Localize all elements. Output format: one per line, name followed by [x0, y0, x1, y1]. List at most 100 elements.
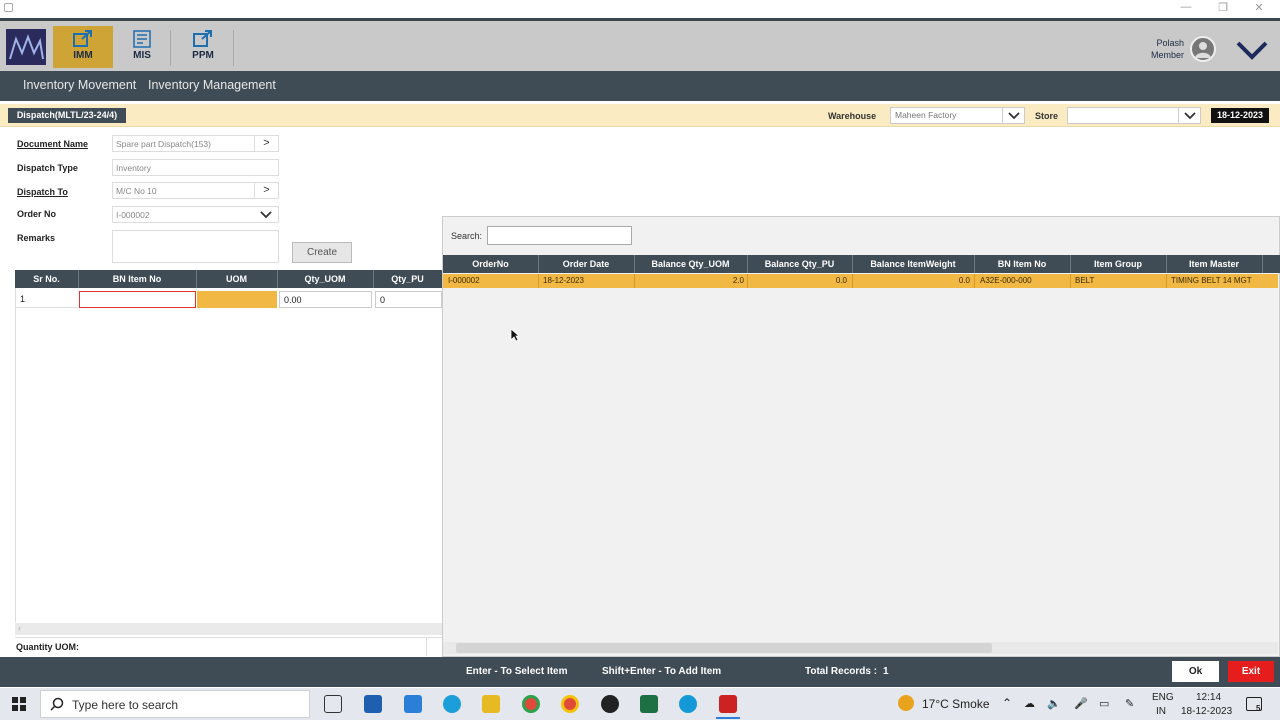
company-logo: [6, 29, 46, 65]
weather-text[interactable]: 17°C Smoke: [922, 697, 990, 711]
uom-cell[interactable]: [197, 291, 277, 308]
store-app-icon[interactable]: [364, 695, 382, 713]
ok-button[interactable]: Ok: [1172, 661, 1219, 682]
search-input[interactable]: [487, 226, 632, 245]
col-item-master[interactable]: Item Master: [1166, 259, 1262, 269]
close-icon[interactable]: ✕: [1249, 1, 1269, 14]
col-balance-qty-uom[interactable]: Balance Qty_UOM: [634, 259, 747, 269]
tray-expand-icon[interactable]: ⌃: [1002, 696, 1012, 710]
cell-balance-item-weight: 0.0: [958, 276, 970, 285]
module-ppm-button[interactable]: PPM: [180, 26, 226, 68]
task-view-icon[interactable]: [324, 695, 342, 713]
order-no-select[interactable]: I-000002: [112, 206, 279, 223]
menu-inventory-movement[interactable]: Inventory Movement: [23, 78, 136, 92]
cell-bn-item-no: A32E-000-000: [980, 276, 1032, 285]
chrome-browser-icon[interactable]: [522, 695, 540, 713]
taskbar-time[interactable]: 12:14: [1196, 692, 1221, 703]
bn-item-no-input[interactable]: [79, 291, 196, 308]
cell-balance-qty-pu: 0.0: [835, 276, 847, 285]
taskbar-date[interactable]: 18-12-2023: [1181, 706, 1232, 717]
module-imm-button[interactable]: IMM: [53, 26, 113, 68]
document-badge: Dispatch(MLTL/23-24/4): [8, 108, 126, 123]
erp-app-icon[interactable]: [719, 695, 737, 713]
dispatch-to-field[interactable]: M/C No 10 >: [112, 182, 279, 199]
excel-app-icon[interactable]: [640, 695, 658, 713]
create-button[interactable]: Create: [292, 242, 352, 263]
document-name-field[interactable]: Spare part Dispatch(153) >: [112, 135, 279, 152]
col-sr-no[interactable]: Sr No.: [15, 274, 78, 284]
skype-app-icon[interactable]: [679, 695, 697, 713]
hint-add-item: Shift+Enter - To Add Item: [602, 666, 722, 677]
quantity-uom-value: [426, 637, 442, 656]
onedrive-icon[interactable]: ☁: [1024, 697, 1035, 710]
weather-icon: [898, 695, 914, 711]
pen-icon[interactable]: ✎: [1125, 697, 1134, 710]
column-divider: [1070, 274, 1071, 288]
chevron-down-icon[interactable]: [254, 207, 278, 222]
module-mis-button[interactable]: MIS: [120, 26, 164, 68]
scroll-left-icon[interactable]: ‹: [18, 623, 21, 633]
cell-item-group: BELT: [1075, 276, 1095, 285]
column-divider: [1262, 255, 1263, 273]
order-no-value: I-000002: [116, 210, 150, 220]
warehouse-select[interactable]: Maheen Factory: [890, 107, 1025, 124]
col-order-no[interactable]: OrderNo: [443, 259, 538, 269]
module-divider: [170, 30, 171, 66]
total-records-label: Total Records :: [805, 666, 878, 677]
restore-icon[interactable]: ❐: [1213, 1, 1233, 14]
file-explorer-icon[interactable]: [482, 695, 500, 713]
chrome-browser-icon[interactable]: [561, 695, 579, 713]
chevron-right-icon[interactable]: >: [254, 136, 278, 151]
store-label: Store: [1035, 111, 1059, 121]
search-icon: [50, 697, 64, 711]
col-uom[interactable]: UOM: [196, 274, 277, 284]
dispatch-type-field[interactable]: Inventory: [112, 159, 279, 176]
col-order-date[interactable]: Order Date: [538, 259, 634, 269]
dispatch-type-label: Dispatch Type: [17, 163, 78, 173]
dispatch-to-label[interactable]: Dispatch To: [17, 187, 68, 197]
col-qty-uom[interactable]: Qty_UOM: [277, 274, 373, 284]
scrollbar-thumb[interactable]: [456, 643, 992, 653]
edge-browser-icon[interactable]: [443, 695, 461, 713]
col-balance-item-weight[interactable]: Balance ItemWeight: [852, 259, 974, 269]
store-select[interactable]: [1067, 107, 1201, 124]
chevron-down-icon[interactable]: [1002, 108, 1024, 123]
brand-chevron-icon[interactable]: [1236, 40, 1268, 60]
chevron-down-icon[interactable]: [1178, 108, 1200, 123]
network-icon[interactable]: ▭: [1099, 697, 1109, 710]
user-role: Member: [1150, 50, 1184, 60]
speaker-icon[interactable]: 🔈: [1047, 697, 1061, 710]
col-balance-qty-pu[interactable]: Balance Qty_PU: [747, 259, 852, 269]
menu-inventory-management[interactable]: Inventory Management: [148, 78, 276, 92]
items-grid-body: [15, 288, 442, 622]
search-label: Search:: [451, 231, 483, 241]
microphone-icon[interactable]: 🎤: [1074, 697, 1088, 710]
exit-button[interactable]: Exit: [1228, 661, 1274, 682]
language-secondary[interactable]: IN: [1156, 706, 1166, 717]
quantity-uom-label: Quantity UOM:: [16, 642, 79, 652]
obs-app-icon[interactable]: [601, 695, 619, 713]
external-link-icon: [193, 30, 212, 47]
chevron-right-icon[interactable]: >: [254, 183, 278, 198]
document-name-label[interactable]: Document Name: [17, 139, 88, 149]
col-bn-item-no[interactable]: BN Item No: [78, 274, 196, 284]
user-name: Polash: [1156, 38, 1184, 48]
windows-start-icon[interactable]: [12, 697, 26, 711]
avatar[interactable]: [1190, 36, 1216, 62]
remarks-textarea[interactable]: [112, 230, 279, 263]
report-icon: [133, 30, 151, 48]
window-titlebar: — ❐ ✕: [0, 0, 1280, 18]
qty-uom-input[interactable]: 0.00: [279, 291, 372, 308]
language-primary[interactable]: ENG: [1152, 692, 1174, 703]
mail-app-icon[interactable]: [404, 695, 422, 713]
order-no-label: Order No: [17, 209, 57, 219]
warehouse-label: Warehouse: [828, 111, 877, 121]
col-qty-pu[interactable]: Qty_PU: [373, 274, 442, 284]
horizontal-scrollbar[interactable]: ‹: [15, 623, 442, 635]
col-bn-item-no[interactable]: BN Item No: [974, 259, 1070, 269]
column-divider: [1166, 274, 1167, 288]
minimize-icon[interactable]: —: [1176, 1, 1196, 13]
cell-order-date: 18-12-2023: [543, 276, 584, 285]
qty-pu-input[interactable]: 0: [375, 291, 442, 308]
col-item-group[interactable]: Item Group: [1070, 259, 1166, 269]
